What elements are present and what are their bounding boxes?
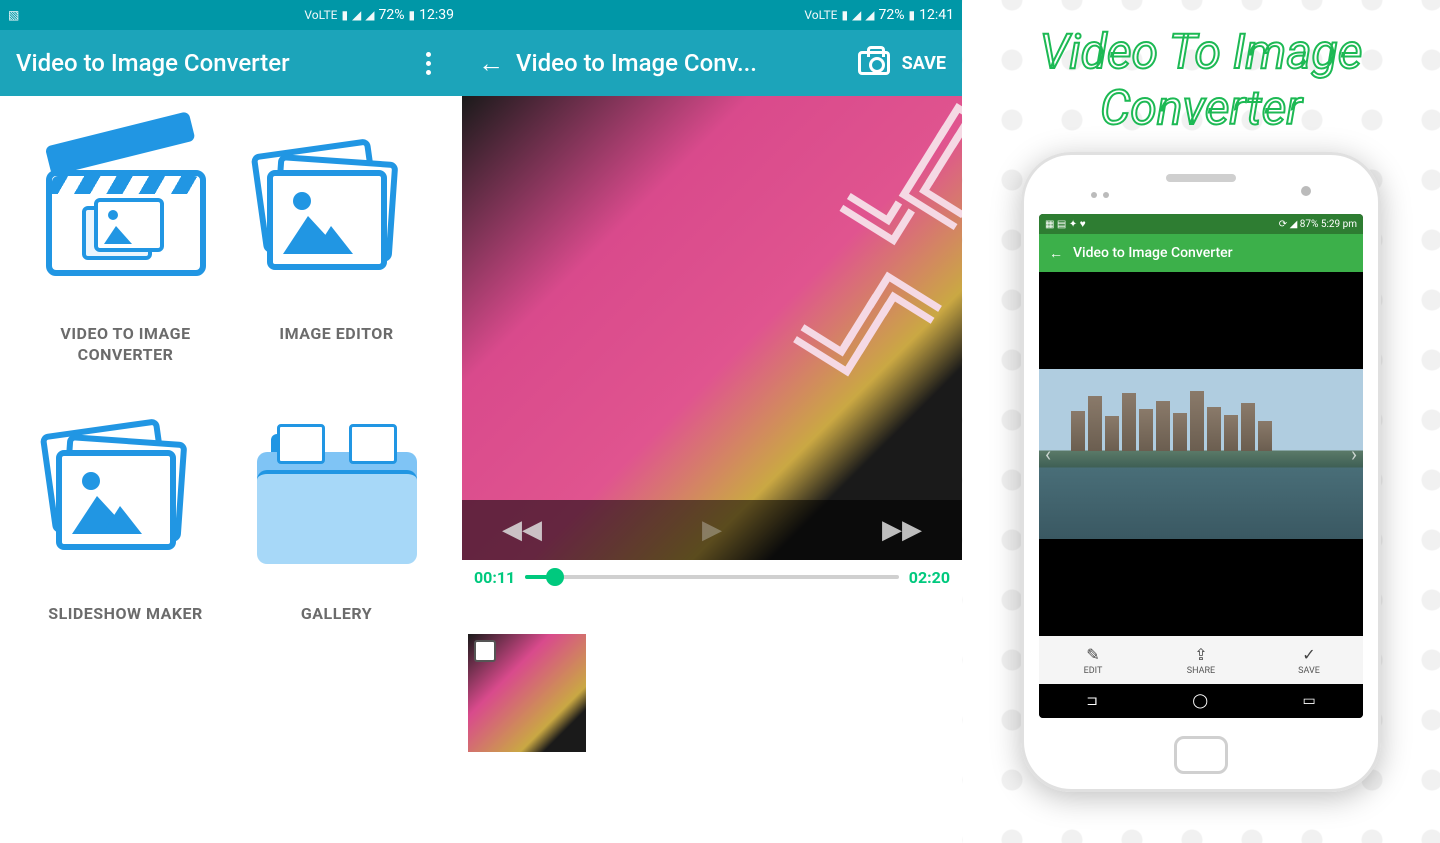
status-bar: ▧ VoLTE ▮ ◢ ◢ 72% ▮ 12:39 <box>0 0 462 30</box>
captured-frames <box>462 594 962 792</box>
battery-icon: ▮ <box>409 8 416 22</box>
volte-icon: VoLTE <box>304 8 337 22</box>
image-viewer[interactable]: ‹ › <box>1039 272 1363 636</box>
screen-player: VoLTE ▮ ◢ ◢ 72% ▮ 12:41 ← Video to Image… <box>462 0 962 843</box>
rewind-button[interactable]: ◀◀ <box>502 515 542 545</box>
feature-grid: VIDEO TO IMAGE CONVERTER IMAGE EDITOR SL… <box>0 96 462 674</box>
nav-recent-icon[interactable]: ▭ <box>1303 693 1316 709</box>
save-button[interactable]: ✓ SAVE <box>1255 636 1363 684</box>
phone-mockup: ▦ ▤ ✦ ♥ ⟳ ◢ 87% 5:29 pm ← Video to Image… <box>1021 152 1381 792</box>
feature-image-editor[interactable]: IMAGE EDITOR <box>241 146 432 366</box>
share-icon: ⇪ <box>1194 645 1207 664</box>
clock-text: 12:41 <box>919 7 954 23</box>
app-bar: ← Video to Image Converter <box>1039 234 1363 272</box>
volte-icon: VoLTE <box>804 8 837 22</box>
app-title: Video to Image Conv... <box>516 49 846 77</box>
feature-label: SLIDESHOW MAKER <box>48 604 203 625</box>
back-button[interactable]: ← <box>478 48 504 79</box>
vertical-dots-icon <box>426 52 431 75</box>
battery-text: 72% <box>879 7 905 23</box>
android-nav-bar: ⊐ ◯ ▭ <box>1039 684 1363 718</box>
promo-panel: Video To ImageConverter ▦ ▤ ✦ ♥ ⟳ ◢ 87% … <box>962 0 1440 843</box>
signal-icon: ◢ <box>352 8 361 22</box>
app-bar: Video to Image Converter <box>0 30 462 96</box>
next-image-button[interactable]: › <box>1351 442 1357 466</box>
picture-indicator-icon: ▧ <box>8 8 19 22</box>
folder-icon <box>257 426 417 566</box>
forward-button[interactable]: ▶▶ <box>882 515 922 545</box>
seek-track[interactable] <box>525 575 899 579</box>
feature-gallery[interactable]: GALLERY <box>241 426 432 625</box>
signal-icon: ◢ <box>852 8 861 22</box>
action-label: SHARE <box>1187 666 1215 676</box>
promo-title: Video To ImageConverter <box>962 0 1440 142</box>
signal-icon: ◢ <box>865 8 874 22</box>
feature-video-to-image[interactable]: VIDEO TO IMAGE CONVERTER <box>30 146 221 366</box>
image-stack-icon <box>257 146 407 276</box>
pencil-icon: ✎ <box>1086 645 1099 664</box>
app-bar: ← Video to Image Conv... SAVE <box>462 30 962 96</box>
screen-home: ▧ VoLTE ▮ ◢ ◢ 72% ▮ 12:39 Video to Image… <box>0 0 462 843</box>
app-title: Video to Image Converter <box>1073 245 1233 261</box>
status-bar: ▦ ▤ ✦ ♥ ⟳ ◢ 87% 5:29 pm <box>1039 214 1363 234</box>
total-time: 02:20 <box>909 568 950 587</box>
edit-button[interactable]: ✎ EDIT <box>1039 636 1147 684</box>
status-icons: ⟳ ◢ <box>1279 219 1300 230</box>
check-icon: ✓ <box>1302 645 1315 664</box>
frame-thumbnail[interactable] <box>468 634 586 752</box>
action-label: EDIT <box>1084 666 1103 676</box>
sim-icon: ▮ <box>841 8 848 22</box>
nav-back-icon[interactable]: ⊐ <box>1086 693 1098 709</box>
feature-slideshow-maker[interactable]: SLIDESHOW MAKER <box>30 426 221 625</box>
action-label: SAVE <box>1298 666 1320 676</box>
battery-text: 72% <box>379 7 405 23</box>
feature-label: GALLERY <box>301 604 372 625</box>
frame-checkbox[interactable] <box>474 640 496 662</box>
image-stack-icon <box>46 426 196 556</box>
seek-thumb-icon[interactable] <box>546 568 564 586</box>
app-title: Video to Image Converter <box>16 49 398 77</box>
feature-label: VIDEO TO IMAGE CONVERTER <box>30 324 221 366</box>
clapperboard-icon <box>46 146 206 276</box>
clock-text: 12:39 <box>419 7 454 23</box>
seek-bar: 00:11 02:20 <box>462 560 962 594</box>
signal-icon: ◢ <box>365 8 374 22</box>
feature-label: IMAGE EDITOR <box>279 324 393 345</box>
prev-image-button[interactable]: ‹ <box>1045 442 1051 466</box>
phone-speaker-icon <box>1166 174 1236 182</box>
status-icons: ▦ ▤ ✦ ♥ <box>1045 219 1086 230</box>
capture-button[interactable] <box>858 51 890 75</box>
video-preview[interactable]: ╚╔═╗ ╚═╗ ◀◀ ▶ ▶▶ <box>462 96 962 560</box>
battery-icon: ▮ <box>909 8 916 22</box>
playback-controls: ◀◀ ▶ ▶▶ <box>462 500 962 560</box>
action-bar: ✎ EDIT ⇪ SHARE ✓ SAVE <box>1039 636 1363 684</box>
phone-camera-icon <box>1301 186 1311 196</box>
overflow-menu-button[interactable] <box>410 45 446 81</box>
share-button[interactable]: ⇪ SHARE <box>1147 636 1255 684</box>
play-button[interactable]: ▶ <box>702 515 722 545</box>
back-button[interactable]: ← <box>1049 245 1063 262</box>
clock-text: 5:29 pm <box>1321 219 1357 230</box>
current-time: 00:11 <box>474 568 515 587</box>
nav-home-icon[interactable]: ◯ <box>1192 693 1208 709</box>
status-bar: VoLTE ▮ ◢ ◢ 72% ▮ 12:41 <box>462 0 962 30</box>
save-button[interactable]: SAVE <box>902 53 946 74</box>
phone-home-button <box>1174 736 1228 774</box>
sim-icon: ▮ <box>341 8 348 22</box>
battery-text: 87% <box>1300 219 1319 230</box>
phone-screen: ▦ ▤ ✦ ♥ ⟳ ◢ 87% 5:29 pm ← Video to Image… <box>1039 214 1363 718</box>
